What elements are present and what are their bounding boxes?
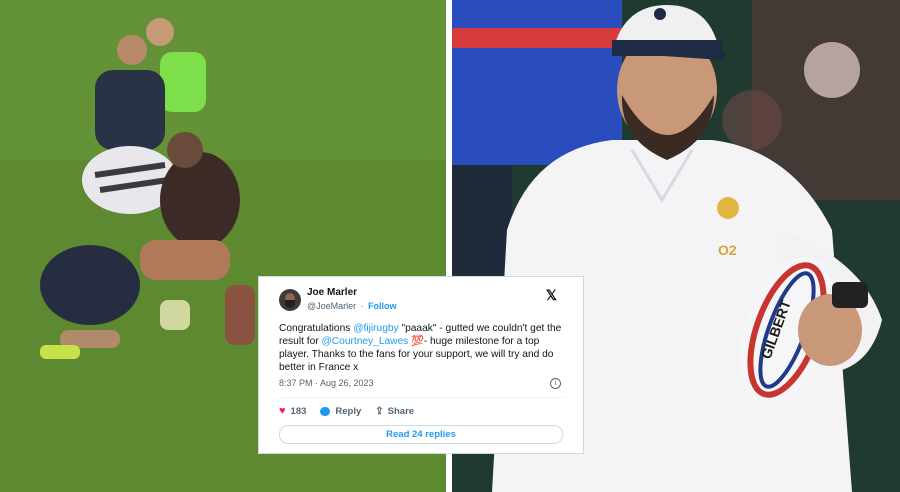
heart-icon: ♥ [279, 405, 286, 417]
tweet-text-part: Congratulations [279, 323, 354, 334]
author-handle[interactable]: @JoeMarler [307, 301, 356, 311]
reply-label: Reply [335, 405, 362, 417]
tweet-meta: 8:37 PM · Aug 26, 2023 i [279, 378, 561, 389]
read-replies-button[interactable]: Read 24 replies [279, 425, 563, 444]
avatar-beard [285, 299, 295, 308]
follow-button[interactable]: Follow [368, 301, 397, 311]
author-block: Joe Marler @JoeMarler · Follow [307, 287, 397, 312]
share-label: Share [387, 405, 415, 417]
mention-fijirugby[interactable]: @fijirugby [353, 323, 398, 334]
author-handle-line: @JoeMarler · Follow [307, 299, 397, 312]
x-logo-icon[interactable]: 𝕏 [546, 287, 557, 304]
tweet-card[interactable]: Joe Marler @JoeMarler · Follow 𝕏 Congrat… [258, 276, 584, 454]
reply-bubble-icon [320, 406, 331, 416]
like-count: 183 [290, 405, 307, 417]
author-name[interactable]: Joe Marler [307, 287, 397, 299]
divider [279, 397, 565, 398]
tweet-header: Joe Marler @JoeMarler · Follow [279, 287, 571, 312]
info-icon[interactable]: i [550, 378, 561, 389]
tweet-text: Congratulations @fijirugby "paaak" - gut… [279, 322, 564, 374]
share-button[interactable]: ⇪ Share [375, 406, 414, 417]
tweet-timestamp[interactable]: 8:37 PM · Aug 26, 2023 [279, 378, 374, 389]
dot-separator: · [360, 301, 364, 311]
avatar[interactable] [279, 288, 301, 311]
share-icon: ⇪ [375, 405, 384, 417]
tweet-actions: ♥ 183 Reply ⇪ Share [279, 405, 571, 417]
jacket-sponsor-logo: O2 [718, 242, 737, 258]
reply-button[interactable]: Reply [320, 406, 361, 417]
like-button[interactable]: ♥ 183 [279, 405, 306, 417]
mention-courtney-lawes[interactable]: @Courtney_Lawes [321, 336, 408, 347]
